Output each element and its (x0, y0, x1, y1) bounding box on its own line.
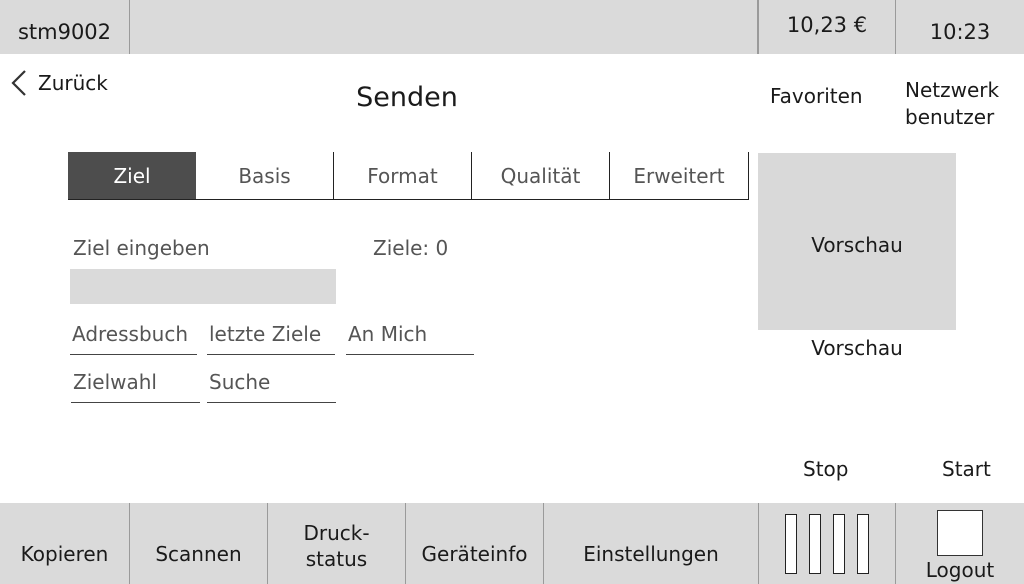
targets-count: Ziele: 0 (373, 236, 449, 260)
tab-ziel[interactable]: Ziel (68, 152, 196, 200)
nav-print-status[interactable]: Druck- status (268, 503, 406, 584)
search-button[interactable]: Suche (207, 370, 336, 403)
bars-icon (809, 513, 821, 574)
nav-copy[interactable]: Kopieren (0, 503, 130, 584)
tab-basis[interactable]: Basis (196, 152, 334, 200)
bars-icon (857, 513, 869, 574)
device-name: stm9002 (0, 0, 130, 54)
page-title: Senden (356, 82, 458, 113)
nav-logout[interactable]: Logout (896, 503, 1024, 584)
tab-erweitert[interactable]: Erweitert (610, 152, 749, 200)
stop-button[interactable]: Stop (803, 457, 848, 481)
to-me-button[interactable]: An Mich (346, 322, 474, 355)
balance-display: 10,23 € (758, 0, 896, 54)
logout-icon (937, 510, 983, 556)
network-user-line1: Netzwerk (905, 78, 1000, 102)
recent-targets-button[interactable]: letzte Ziele (207, 322, 335, 355)
nav-settings[interactable]: Einstellungen (544, 503, 759, 584)
target-input[interactable] (70, 269, 336, 304)
start-button[interactable]: Start (942, 457, 991, 481)
network-user-line2: benutzer (905, 105, 995, 129)
tab-format[interactable]: Format (334, 152, 472, 200)
nav-print-status-line2: status (305, 547, 368, 571)
status-bar: stm9002 10,23 € 10:23 (0, 0, 1024, 54)
preview-caption: Vorschau (811, 336, 903, 360)
logout-label: Logout (925, 558, 995, 582)
nav-device-info[interactable]: Geräteinfo (406, 503, 544, 584)
preview-box[interactable]: Vorschau (758, 153, 956, 330)
bars-icon (785, 513, 797, 574)
network-user-button[interactable]: Netzwerk benutzer (905, 77, 999, 131)
enter-target-label: Ziel eingeben (73, 236, 210, 260)
address-book-button[interactable]: Adressbuch (70, 322, 197, 355)
preview-box-label: Vorschau (811, 233, 903, 257)
tab-qualitaet[interactable]: Qualität (472, 152, 610, 200)
nav-print-status-line1: Druck- (303, 521, 370, 545)
tab-bar: Ziel Basis Format Qualität Erweitert (68, 152, 749, 200)
speed-dial-button[interactable]: Zielwahl (71, 370, 200, 403)
nav-status-bars[interactable] (759, 503, 896, 584)
status-spacer (130, 0, 758, 54)
clock: 10:23 (929, 20, 991, 44)
nav-scan[interactable]: Scannen (130, 503, 268, 584)
bars-icon (833, 513, 845, 574)
favorites-button[interactable]: Favoriten (770, 84, 863, 108)
bottom-nav: Kopieren Scannen Druck- status Geräteinf… (0, 503, 1024, 584)
